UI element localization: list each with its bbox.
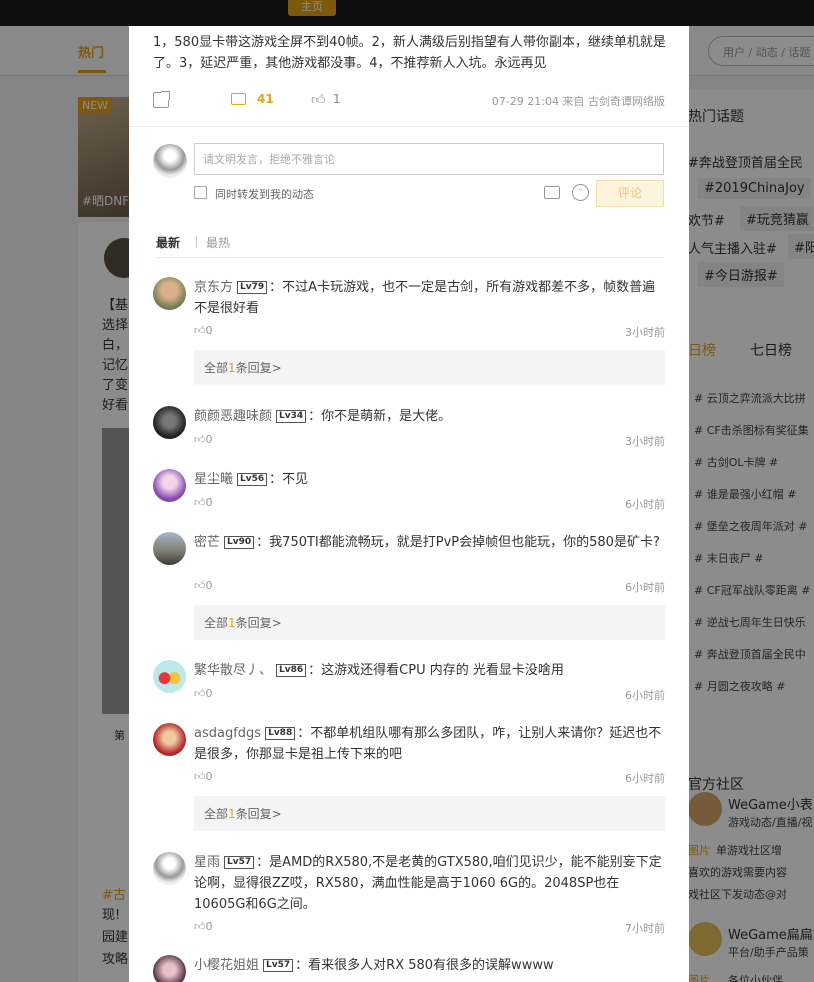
- comment-text: 是AMD的RX580,不是老黄的GTX580,咱们见识少，能不能别妄下定论啊，显…: [194, 855, 662, 912]
- view-replies-button[interactable]: 全部1条回复>: [194, 605, 665, 640]
- comment-like-count: 0: [205, 920, 213, 933]
- avatar[interactable]: [153, 469, 186, 502]
- level-badge: Lv90: [224, 536, 255, 549]
- comment-time: 7小时前: [625, 922, 665, 935]
- comment-author[interactable]: 颜颜恶趣味颜: [194, 409, 272, 424]
- reply-suffix: 条回复>: [235, 361, 282, 375]
- reply-prefix: 全部: [204, 807, 229, 821]
- comment-author[interactable]: 星雨: [194, 855, 220, 870]
- forward-checkbox[interactable]: [194, 186, 207, 199]
- comment-text: 不见: [282, 472, 309, 487]
- tab-separator: [196, 236, 197, 248]
- avatar[interactable]: [153, 852, 186, 885]
- comment-text: 我750TI都能流畅玩，就是打PvP会掉帧但也能玩，你的580是矿卡?: [269, 535, 660, 550]
- level-badge: Lv34: [276, 410, 307, 423]
- like-count[interactable]: 1: [333, 92, 341, 106]
- divider: [129, 126, 689, 127]
- avatar[interactable]: [153, 723, 186, 756]
- reply-suffix: 条回复>: [235, 807, 282, 821]
- comment-like-count: 0: [205, 433, 213, 446]
- emoji-icon[interactable]: ᵕ: [572, 184, 589, 201]
- comment-author[interactable]: 繁华散尽丿、: [194, 663, 272, 678]
- comment-input[interactable]: 请文明发言，拒绝不雅言论: [194, 143, 664, 175]
- comment-time: 6小时前: [625, 498, 665, 511]
- view-replies-button[interactable]: 全部1条回复>: [194, 350, 665, 385]
- level-badge: Lv57: [263, 959, 294, 972]
- comment-author[interactable]: 京东方: [194, 280, 233, 295]
- level-badge: Lv86: [276, 664, 307, 677]
- view-replies-button[interactable]: 全部1条回复>: [194, 796, 665, 831]
- comment-text: 不都单机组队哪有那么多团队，咋，让别人来请你？延迟也不是很多，你那显卡是祖上传下…: [194, 726, 662, 762]
- comment-author[interactable]: 密芒: [194, 535, 220, 550]
- reply-count: 1: [228, 616, 236, 630]
- tab-newest[interactable]: 最新: [156, 234, 180, 251]
- comment-like-count: 0: [205, 324, 213, 337]
- comment-body: 星雨 Lv57 ：是AMD的RX580,不是老黄的GTX580,咱们见识少，能不能别…: [194, 855, 662, 912]
- comment-body: 密芒 Lv90 ：我750TI都能流畅玩，就是打PvP会掉帧但也能玩，你的580是矿…: [194, 535, 660, 550]
- reply-prefix: 全部: [204, 616, 229, 630]
- comment-text: 看来很多人对RX 580有很多的误解wwww: [308, 958, 554, 973]
- comment-icon[interactable]: [231, 93, 246, 105]
- comment-like[interactable]: 👍︎0: [194, 496, 213, 509]
- reply-prefix: 全部: [204, 361, 229, 375]
- comment-text: 你不是萌新，是大佬。: [321, 409, 452, 424]
- level-badge: Lv88: [265, 727, 296, 740]
- comment-author[interactable]: asdagfdgs: [194, 726, 261, 741]
- comment-like-count: 0: [205, 579, 213, 592]
- thumbs-up-icon[interactable]: 👍︎: [311, 91, 326, 108]
- comment-body: 小樱花姐姐 Lv57 ：看来很多人对RX 580有很多的误解wwww: [194, 958, 554, 973]
- forward-label: 同时转发到我的动态: [215, 188, 314, 201]
- avatar[interactable]: [153, 144, 187, 178]
- level-badge: Lv57: [224, 856, 255, 869]
- comment-like[interactable]: 👍︎0: [194, 579, 213, 592]
- comment-time: 6小时前: [625, 772, 665, 785]
- image-icon[interactable]: [544, 186, 560, 199]
- comment-text: 这游戏还得看CPU 内存的 光看显卡没啥用: [321, 663, 564, 678]
- comment-time: 6小时前: [625, 581, 665, 594]
- avatar[interactable]: [153, 955, 186, 982]
- share-icon[interactable]: [153, 91, 170, 108]
- reply-count: 1: [228, 807, 236, 821]
- comment-time: 3小时前: [625, 435, 665, 448]
- comment-time: 3小时前: [625, 326, 665, 339]
- post-time-source: 07-29 21:04 来自 古剑奇谭网络版: [491, 95, 665, 108]
- comment-body: 京东方 Lv79 ：不过A卡玩游戏，也不一定是古剑，所有游戏都差不多，帧数普遍不是很…: [194, 280, 656, 316]
- comment-time: 6小时前: [625, 689, 665, 702]
- post-detail-modal: 1，580显卡带这游戏全屏不到40帧。2，新人满级后别指望有人带你副本，继续单机…: [129, 26, 689, 982]
- level-badge: Lv56: [237, 473, 268, 486]
- tab-hottest[interactable]: 最热: [206, 234, 230, 251]
- comment-body: 星尘曦 Lv56 ：不见: [194, 472, 309, 487]
- comment-like[interactable]: 👍︎0: [194, 433, 213, 446]
- comment-like-count: 0: [205, 687, 213, 700]
- avatar[interactable]: [153, 406, 186, 439]
- post-text: 1，580显卡带这游戏全屏不到40帧。2，新人满级后别指望有人带你副本，继续单机…: [153, 35, 666, 71]
- level-badge: Lv79: [237, 281, 268, 294]
- avatar[interactable]: [153, 277, 186, 310]
- post-actions: 41 👍︎ 1 07-29 21:04 来自 古剑奇谭网络版: [153, 91, 665, 114]
- comment-like[interactable]: 👍︎0: [194, 920, 213, 933]
- comment-body: 颜颜恶趣味颜 Lv34 ：你不是萌新，是大佬。: [194, 409, 452, 424]
- submit-comment-button[interactable]: 评论: [596, 180, 664, 207]
- comment-count[interactable]: 41: [257, 92, 274, 106]
- comment-body: 繁华散尽丿、 Lv86 ：这游戏还得看CPU 内存的 光看显卡没啥用: [194, 663, 564, 678]
- reply-count: 1: [228, 361, 236, 375]
- comment-like[interactable]: 👍︎0: [194, 687, 213, 700]
- avatar[interactable]: [153, 532, 186, 565]
- reply-suffix: 条回复>: [235, 616, 282, 630]
- comment-tabs: 最新 最热: [156, 234, 664, 258]
- comment-author[interactable]: 小樱花姐姐: [194, 958, 259, 973]
- comment-body: asdagfdgs Lv88 ：不都单机组队哪有那么多团队，咋，让别人来请你？延迟也…: [194, 726, 662, 762]
- comment-like[interactable]: 👍︎0: [194, 770, 213, 783]
- comment-like-count: 0: [205, 770, 213, 783]
- comment-like[interactable]: 👍︎0: [194, 324, 213, 337]
- comment-author[interactable]: 星尘曦: [194, 472, 233, 487]
- comment-like-count: 0: [205, 496, 213, 509]
- avatar[interactable]: [153, 660, 186, 693]
